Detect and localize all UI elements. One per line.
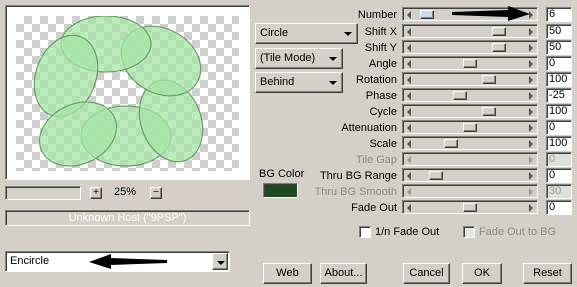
slider-thumb[interactable] (463, 203, 477, 212)
param-label: Rotation (356, 74, 397, 86)
chevron-down-icon[interactable] (212, 253, 228, 270)
fade-out-bg-label: Fade Out to BG (479, 226, 557, 238)
arrow-right-icon[interactable] (529, 76, 533, 84)
reset-button[interactable]: Reset (523, 263, 572, 284)
param-value-input[interactable]: 0 (546, 168, 572, 183)
param-value-input[interactable]: 0 (546, 152, 572, 167)
param-label: Thru BG Smooth (314, 186, 397, 198)
arrow-left-icon[interactable] (407, 108, 411, 116)
param-value-input[interactable]: 0 (546, 120, 572, 135)
arrow-right-icon[interactable] (529, 44, 533, 52)
arrow-left-icon[interactable] (407, 140, 411, 148)
slider-thumb[interactable] (444, 139, 458, 148)
param-value-input[interactable]: 50 (546, 40, 572, 55)
arrow-left-icon[interactable] (407, 156, 411, 164)
param-slider[interactable] (402, 40, 538, 54)
param-slider[interactable] (402, 72, 538, 86)
zoom-in-button[interactable]: + (90, 187, 102, 199)
slider-thumb[interactable] (453, 91, 467, 100)
arrow-right-icon[interactable] (529, 140, 533, 148)
param-label: Cycle (369, 106, 397, 118)
slider-thumb[interactable] (420, 10, 434, 19)
arrow-right-icon[interactable] (529, 156, 533, 164)
ok-button[interactable]: OK (462, 263, 502, 284)
slider-thumb[interactable] (463, 59, 477, 68)
arrow-left-icon[interactable] (407, 204, 411, 212)
web-button[interactable]: Web (263, 263, 312, 284)
slider-thumb[interactable] (492, 27, 506, 36)
arrow-left-icon[interactable] (407, 76, 411, 84)
param-slider[interactable] (402, 184, 538, 198)
fade-out-1n-label: 1/n Fade Out (375, 226, 440, 238)
zoom-out-button[interactable]: − (150, 187, 162, 199)
fade-out-bg-checkbox[interactable] (463, 226, 475, 238)
param-value-input[interactable]: 50 (546, 24, 572, 39)
param-slider[interactable] (402, 24, 538, 38)
arrow-left-icon[interactable] (407, 44, 411, 52)
param-label: Fade Out (351, 202, 397, 214)
param-value-input[interactable]: 6 (546, 7, 572, 22)
arrow-left-icon[interactable] (407, 92, 411, 100)
arrow-right-icon[interactable] (529, 188, 533, 196)
param-label: Number (357, 9, 397, 21)
arrow-right-icon[interactable] (529, 124, 533, 132)
zoom-track[interactable] (5, 186, 81, 200)
param-label: Attenuation (341, 122, 397, 134)
about-button[interactable]: About... (320, 263, 367, 284)
arrow-right-icon[interactable] (529, 28, 533, 36)
param-slider[interactable] (402, 88, 538, 102)
arrow-right-icon[interactable] (529, 60, 533, 68)
arrow-right-icon[interactable] (529, 92, 533, 100)
arrow-left-icon[interactable] (407, 172, 411, 180)
param-label: Angle (368, 58, 397, 70)
arrow-left-icon[interactable] (407, 60, 411, 68)
slider-thumb[interactable] (482, 75, 496, 84)
param-value-input[interactable]: 0 (546, 200, 572, 215)
param-label: Shift Y (364, 42, 397, 54)
param-slider[interactable] (402, 56, 538, 70)
annotation-arrow-effect (89, 254, 167, 269)
arrow-right-icon[interactable] (529, 172, 533, 180)
param-value-input[interactable]: 30 (546, 184, 572, 199)
slider-thumb[interactable] (492, 43, 506, 52)
param-slider[interactable] (402, 104, 538, 118)
slider-thumb[interactable] (463, 123, 477, 132)
arrow-right-icon[interactable] (529, 204, 533, 212)
param-slider[interactable] (402, 168, 538, 182)
slider-thumb[interactable] (482, 107, 496, 116)
fade-out-1n-checkbox[interactable] (359, 226, 371, 238)
slider-thumb[interactable] (429, 171, 443, 180)
param-slider[interactable] (402, 200, 538, 214)
annotation-arrow-number (452, 6, 530, 21)
param-value-input[interactable]: 100 (546, 104, 572, 119)
cancel-button[interactable]: Cancel (403, 263, 450, 284)
param-label: Tile Gap (355, 154, 397, 166)
arrow-right-icon[interactable] (529, 108, 533, 116)
param-slider[interactable] (402, 120, 538, 134)
arrow-left-icon[interactable] (407, 28, 411, 36)
param-label: Phase (365, 90, 397, 102)
zoom-level: 25% (113, 186, 137, 198)
param-value-input[interactable]: 100 (546, 72, 572, 87)
param-value-input[interactable]: 100 (546, 136, 572, 151)
param-slider[interactable] (402, 152, 538, 166)
arrow-left-icon[interactable] (407, 188, 411, 196)
param-label: Thru BG Range (319, 170, 397, 182)
param-label: Shift X (364, 26, 397, 38)
param-slider[interactable] (402, 136, 538, 150)
arrow-left-icon[interactable] (407, 124, 411, 132)
param-label: Scale (369, 138, 397, 150)
param-value-input[interactable]: -25 (546, 88, 572, 103)
param-value-input[interactable]: 0 (546, 56, 572, 71)
effect-select-value: Encircle (10, 255, 50, 267)
arrow-left-icon[interactable] (407, 11, 411, 19)
